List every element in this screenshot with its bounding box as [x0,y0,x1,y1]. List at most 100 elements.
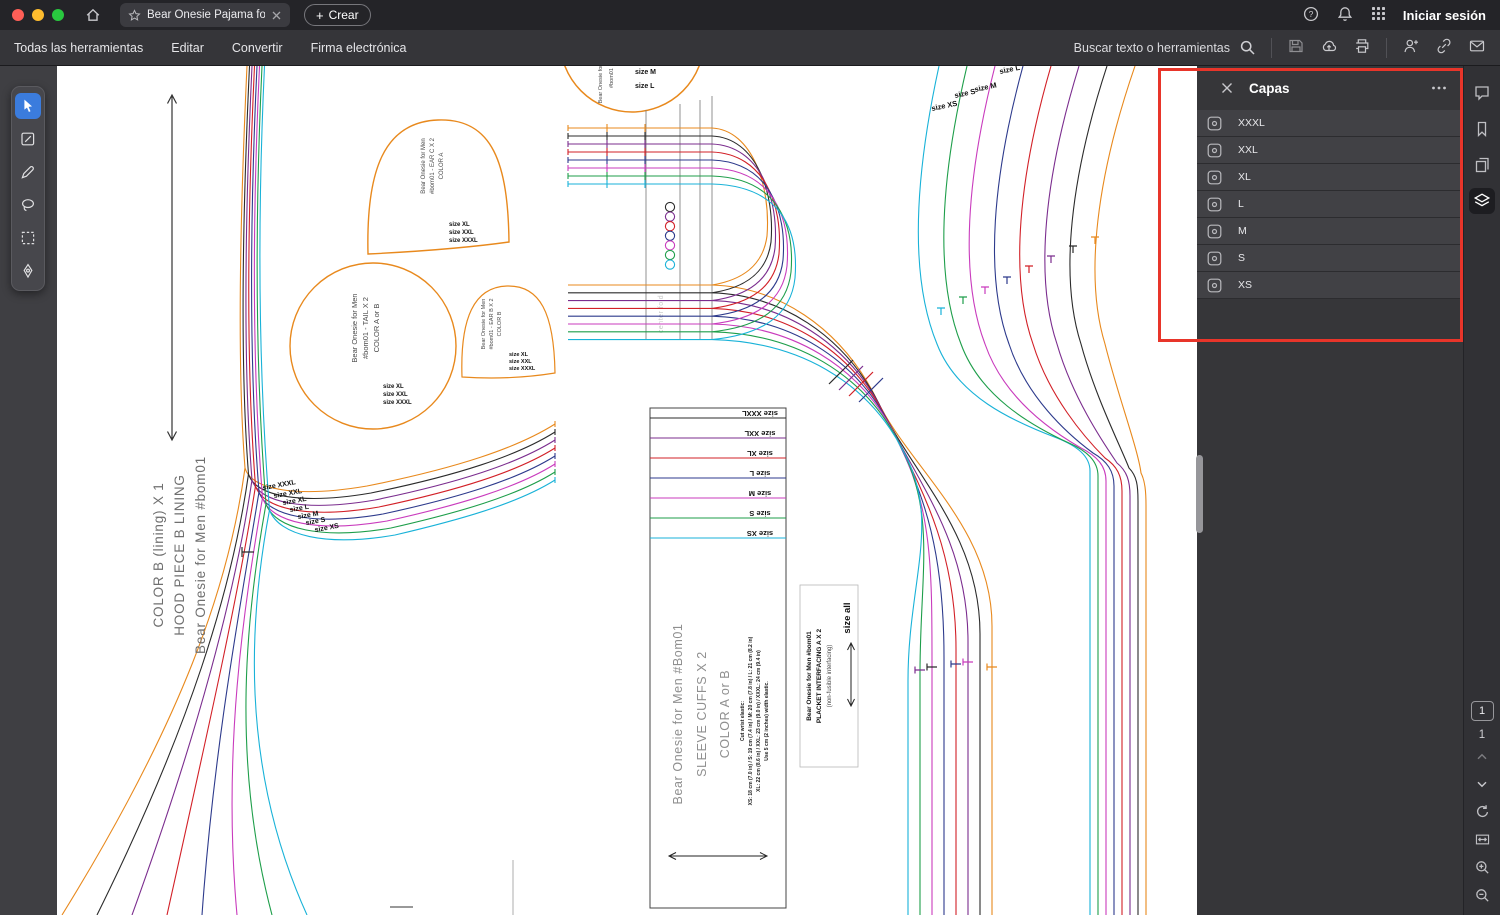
ear-b-size-labels: size XL size XXL size XXXL [509,352,536,372]
layer-label: XXXL [1238,117,1265,129]
apps-button[interactable] [1370,5,1387,25]
svg-text:COLOR A or B: COLOR A or B [718,670,732,758]
comment-icon [1475,86,1489,101]
svg-text:size XL: size XL [449,222,470,228]
menu-item-esign[interactable]: Firma electrónica [311,41,407,55]
svg-text:size XL: size XL [383,384,404,390]
add-user-button[interactable] [1402,37,1420,58]
svg-text:HOOD PIECE B LINING: HOOD PIECE B LINING [172,474,187,635]
sign-in-button[interactable]: Iniciar sesión [1403,8,1486,23]
tab-close-icon[interactable] [271,10,282,21]
layer-visibility-icon[interactable] [1207,278,1222,293]
create-button[interactable]: + Crear [304,4,371,26]
svg-text:size all: size all [842,602,853,633]
select-tool-button[interactable] [15,93,41,119]
layer-row-xxl[interactable]: XXL [1197,137,1463,164]
svg-text:size XL: size XL [509,352,529,358]
previous-page-button[interactable] [1474,749,1490,768]
svg-text:COLOR B (lining) X 1: COLOR B (lining) X 1 [151,482,166,627]
quick-tools-palette [11,86,45,291]
layer-visibility-icon[interactable] [1207,224,1222,239]
layer-row-l[interactable]: L [1197,191,1463,218]
save-icon [1289,39,1303,53]
layer-visibility-icon[interactable] [1207,170,1222,185]
current-page-indicator[interactable]: 1 [1470,701,1494,721]
layers-panel-header: Capas [1197,66,1463,110]
close-icon [1222,83,1232,93]
window-zoom-button[interactable] [52,9,64,21]
cursor-icon [24,99,32,112]
link-button[interactable] [1435,37,1453,58]
svg-text:SLEEVE CUFFS X 2: SLEEVE CUFFS X 2 [695,651,709,777]
notifications-button[interactable] [1336,5,1354,26]
zoom-in-button[interactable] [1474,859,1491,879]
pages-panel-button[interactable] [1469,152,1495,178]
layer-row-xs[interactable]: XS [1197,272,1463,299]
layer-visibility-icon[interactable] [1207,251,1222,266]
pen-icon [21,166,34,179]
email-button[interactable] [1468,37,1486,58]
layer-visibility-icon[interactable] [1207,116,1222,131]
menu-item-all-tools[interactable]: Todas las herramientas [14,41,143,55]
svg-text:size L: size L [635,83,655,90]
svg-text:(non-fusible interfacing): (non-fusible interfacing) [827,645,833,708]
comments-panel-button[interactable] [1469,80,1495,106]
layers-icon [1473,193,1491,207]
layer-label: M [1238,225,1247,237]
lasso-tool-button[interactable] [15,192,41,218]
total-pages: 1 [1478,729,1486,741]
tail-labels: Bear Onesie for Men #bom01 - TAIL X 2 CO… [350,293,381,362]
layer-visibility-icon[interactable] [1207,197,1222,212]
print-button[interactable] [1353,37,1371,58]
cloud-upload-button[interactable] [1320,37,1338,58]
cloud-upload-icon [1322,40,1337,52]
svg-text:size M: size M [749,489,772,498]
panel-close-button[interactable] [1221,82,1233,94]
add-user-icon [1404,39,1418,53]
document-canvas[interactable]: Bear Onesie for Men #bom01 HOOD PIECE B … [57,66,1197,915]
mail-icon [1469,40,1485,52]
fit-width-button[interactable] [1474,831,1491,851]
bookmarks-panel-button[interactable] [1469,116,1495,142]
layer-row-xl[interactable]: XL [1197,164,1463,191]
menu-item-edit[interactable]: Editar [171,41,204,55]
zoom-out-button[interactable] [1474,887,1491,907]
save-button[interactable] [1287,37,1305,58]
create-label: Crear [328,8,359,22]
document-tab[interactable]: Bear Onesie Pajama fo... [120,3,290,27]
tab-title: Bear Onesie Pajama fo... [147,9,265,21]
tail-size-labels: size XL size XXL size XXXL [383,384,412,406]
titlebar: Bear Onesie Pajama fo... + Crear ? Inici… [0,0,1500,30]
layer-row-m[interactable]: M [1197,218,1463,245]
layers-list: XXXL XXL XL L M S XS [1197,110,1463,299]
window-close-button[interactable] [12,9,24,21]
side-piece-curves [917,66,1147,915]
edit-page-tool-button[interactable] [15,126,41,152]
draw-tool-button[interactable] [15,159,41,185]
menu-item-convert[interactable]: Convertir [232,41,283,55]
layer-row-s[interactable]: S [1197,245,1463,272]
acrobat-window: Bear Onesie Pajama fo... + Crear ? Inici… [0,0,1500,915]
layer-visibility-icon[interactable] [1207,143,1222,158]
rotate-page-button[interactable] [1474,803,1491,823]
vertical-scrollbar-thumb[interactable] [1196,455,1203,533]
layer-row-xxxl[interactable]: XXXL [1197,110,1463,137]
misc-marks [241,547,514,915]
home-button[interactable] [80,2,106,28]
hood-grain-arrow [166,93,178,442]
panel-buttons [1464,66,1500,214]
panel-options-button[interactable] [1431,86,1447,90]
search-button[interactable]: Buscar texto o herramientas [1074,39,1256,56]
search-label: Buscar texto o herramientas [1073,40,1230,55]
help-button[interactable]: ? [1302,5,1320,26]
placket-labels: Bear Onesie for Men #bom01 PLACKET INTER… [806,602,853,723]
layers-panel-button[interactable] [1469,188,1495,214]
next-page-button[interactable] [1474,776,1490,795]
svg-text:Bear Onesie for Men: Bear Onesie for Men [598,66,604,103]
apps-grid-icon [1371,7,1385,20]
rotate-icon [1476,805,1488,818]
select-area-tool-button[interactable] [15,225,41,251]
fill-sign-tool-button[interactable] [15,258,41,284]
window-minimize-button[interactable] [32,9,44,21]
layer-label: XXL [1238,144,1258,156]
